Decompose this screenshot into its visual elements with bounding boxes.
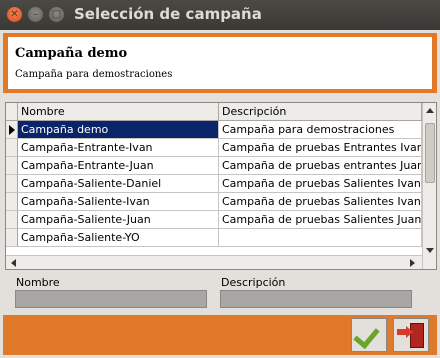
scroll-right-icon[interactable] [410, 259, 415, 267]
row-header[interactable] [6, 193, 18, 211]
name-field[interactable] [15, 290, 207, 308]
cell-name[interactable]: Campaña-Saliente-Ivan [18, 193, 219, 211]
vertical-scroll-thumb[interactable] [425, 123, 435, 183]
table-corner [6, 103, 18, 121]
row-header[interactable] [6, 139, 18, 157]
campaign-header: Campaña demo Campaña para demostraciones [3, 33, 437, 93]
current-row-icon [9, 125, 15, 135]
window-title: Selección de campaña [74, 5, 262, 23]
horizontal-scrollbar[interactable] [6, 255, 422, 269]
cell-description[interactable] [219, 229, 422, 247]
table-row[interactable]: Campaña-Entrante-Ivan Campaña de pruebas… [6, 139, 422, 157]
exit-arrow-head-icon [406, 326, 413, 338]
main-panel: Nombre Descripción Campaña demo Campaña … [3, 96, 437, 319]
maximize-icon[interactable]: □ [49, 7, 64, 22]
row-header[interactable] [6, 175, 18, 193]
cell-name[interactable]: Campaña demo [18, 121, 219, 139]
cell-name[interactable]: Campaña-Saliente-YO [18, 229, 219, 247]
cell-description[interactable]: Campaña de pruebas Entrantes Ivan [219, 139, 422, 157]
vertical-scrollbar[interactable] [422, 103, 436, 269]
cell-description[interactable]: Campaña de pruebas entrantes Juan [219, 157, 422, 175]
cell-name[interactable]: Campaña-Saliente-Daniel [18, 175, 219, 193]
campaign-header-box: Campaña demo Campaña para demostraciones [8, 37, 432, 89]
row-header[interactable] [6, 229, 18, 247]
cell-description[interactable]: Campaña de pruebas Salientes Juan [219, 211, 422, 229]
name-label: Nombre [16, 276, 60, 289]
table-row[interactable]: Campaña-Saliente-YO [6, 229, 422, 247]
cell-description[interactable]: Campaña de pruebas Salientes Ivan [219, 193, 422, 211]
table-row[interactable]: Campaña-Entrante-Juan Campaña de pruebas… [6, 157, 422, 175]
cell-description[interactable]: Campaña para demostraciones [219, 121, 422, 139]
campaign-table: Nombre Descripción Campaña demo Campaña … [5, 102, 437, 270]
exit-button[interactable] [393, 318, 429, 352]
cell-name[interactable]: Campaña-Entrante-Juan [18, 157, 219, 175]
window-titlebar: ✕ – □ Selección de campaña [0, 0, 440, 30]
checkmark-icon [353, 321, 380, 350]
selected-campaign-description: Campaña para demostraciones [15, 69, 173, 80]
cell-name[interactable]: Campaña-Saliente-Juan [18, 211, 219, 229]
scroll-left-icon[interactable] [11, 259, 16, 267]
row-header[interactable] [6, 121, 18, 139]
column-header-name[interactable]: Nombre [18, 103, 219, 121]
table-row[interactable]: Campaña demo Campaña para demostraciones [6, 121, 422, 139]
footer-bar [3, 315, 437, 355]
scroll-up-icon[interactable] [426, 108, 434, 113]
cell-name[interactable]: Campaña-Entrante-Ivan [18, 139, 219, 157]
row-header[interactable] [6, 211, 18, 229]
column-header-description[interactable]: Descripción [219, 103, 422, 121]
close-icon[interactable]: ✕ [7, 7, 22, 22]
accept-button[interactable] [351, 318, 387, 352]
table-row[interactable]: Campaña-Saliente-Daniel Campaña de prueb… [6, 175, 422, 193]
scroll-down-icon[interactable] [426, 248, 434, 253]
cell-description[interactable]: Campaña de pruebas Salientes Ivan [219, 175, 422, 193]
minimize-icon[interactable]: – [28, 7, 43, 22]
description-field[interactable] [220, 290, 412, 308]
table-row[interactable]: Campaña-Saliente-Juan Campaña de pruebas… [6, 211, 422, 229]
table-row[interactable]: Campaña-Saliente-Ivan Campaña de pruebas… [6, 193, 422, 211]
row-header[interactable] [6, 157, 18, 175]
selected-campaign-title: Campaña demo [15, 46, 128, 61]
description-label: Descripción [221, 276, 286, 289]
